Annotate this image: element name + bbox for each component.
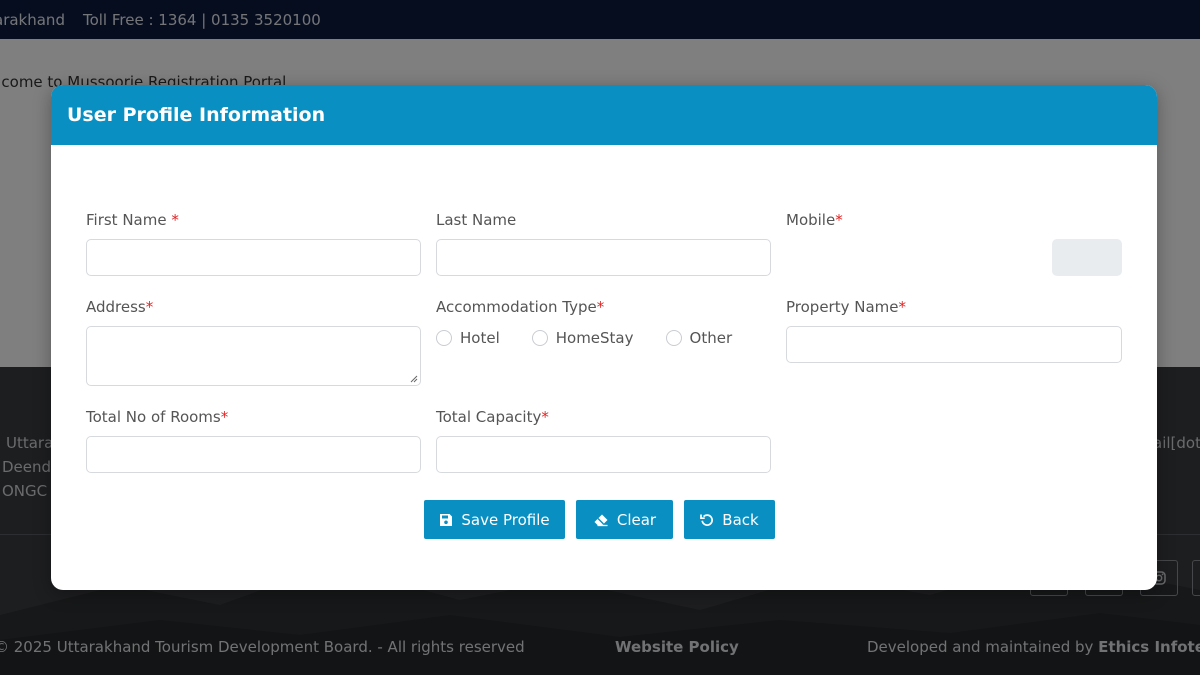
address-label: Address* (86, 298, 154, 316)
first-name-label: First Name * (86, 211, 179, 229)
total-capacity-input[interactable] (436, 436, 771, 473)
undo-icon (700, 513, 714, 526)
modal-title: User Profile Information (67, 104, 326, 126)
last-name-label: Last Name (436, 211, 517, 229)
resize-handle-icon[interactable] (410, 375, 418, 383)
back-button[interactable]: Back (684, 500, 775, 539)
total-rooms-input[interactable] (86, 436, 421, 473)
floppy-disk-icon (440, 513, 453, 526)
required-marker: * (541, 408, 549, 426)
required-marker: * (596, 298, 605, 316)
accommodation-type-label: Accommodation Type* (436, 298, 605, 316)
save-profile-button[interactable]: Save Profile (424, 500, 565, 539)
modal-header: User Profile Information (51, 85, 1157, 145)
clear-button[interactable]: Clear (576, 500, 673, 539)
last-name-input[interactable] (436, 239, 771, 276)
accommodation-type-radio-group: Hotel HomeStay Other (436, 329, 764, 347)
required-marker: * (171, 211, 179, 229)
mobile-label: Mobile* (786, 211, 843, 229)
required-marker: * (145, 298, 154, 316)
radio-circle-icon[interactable] (531, 330, 548, 346)
user-profile-modal: User Profile Information First Name * La… (51, 85, 1157, 590)
property-name-label: Property Name* (786, 298, 906, 316)
required-marker: * (220, 408, 229, 426)
property-name-input[interactable] (786, 326, 1122, 363)
total-rooms-label: Total No of Rooms* (86, 408, 229, 426)
address-textarea[interactable] (86, 326, 421, 386)
radio-circle-icon[interactable] (665, 330, 682, 346)
radio-hotel[interactable]: Hotel (436, 329, 500, 347)
radio-homestay[interactable]: HomeStay (531, 329, 634, 347)
required-marker: * (835, 211, 843, 229)
required-marker: * (898, 298, 907, 316)
total-capacity-label: Total Capacity* (436, 408, 549, 426)
radio-circle-icon[interactable] (436, 330, 452, 346)
first-name-input[interactable] (86, 239, 421, 276)
mobile-input[interactable] (1052, 239, 1122, 276)
eraser-icon (594, 514, 608, 526)
radio-other[interactable]: Other (665, 329, 732, 347)
